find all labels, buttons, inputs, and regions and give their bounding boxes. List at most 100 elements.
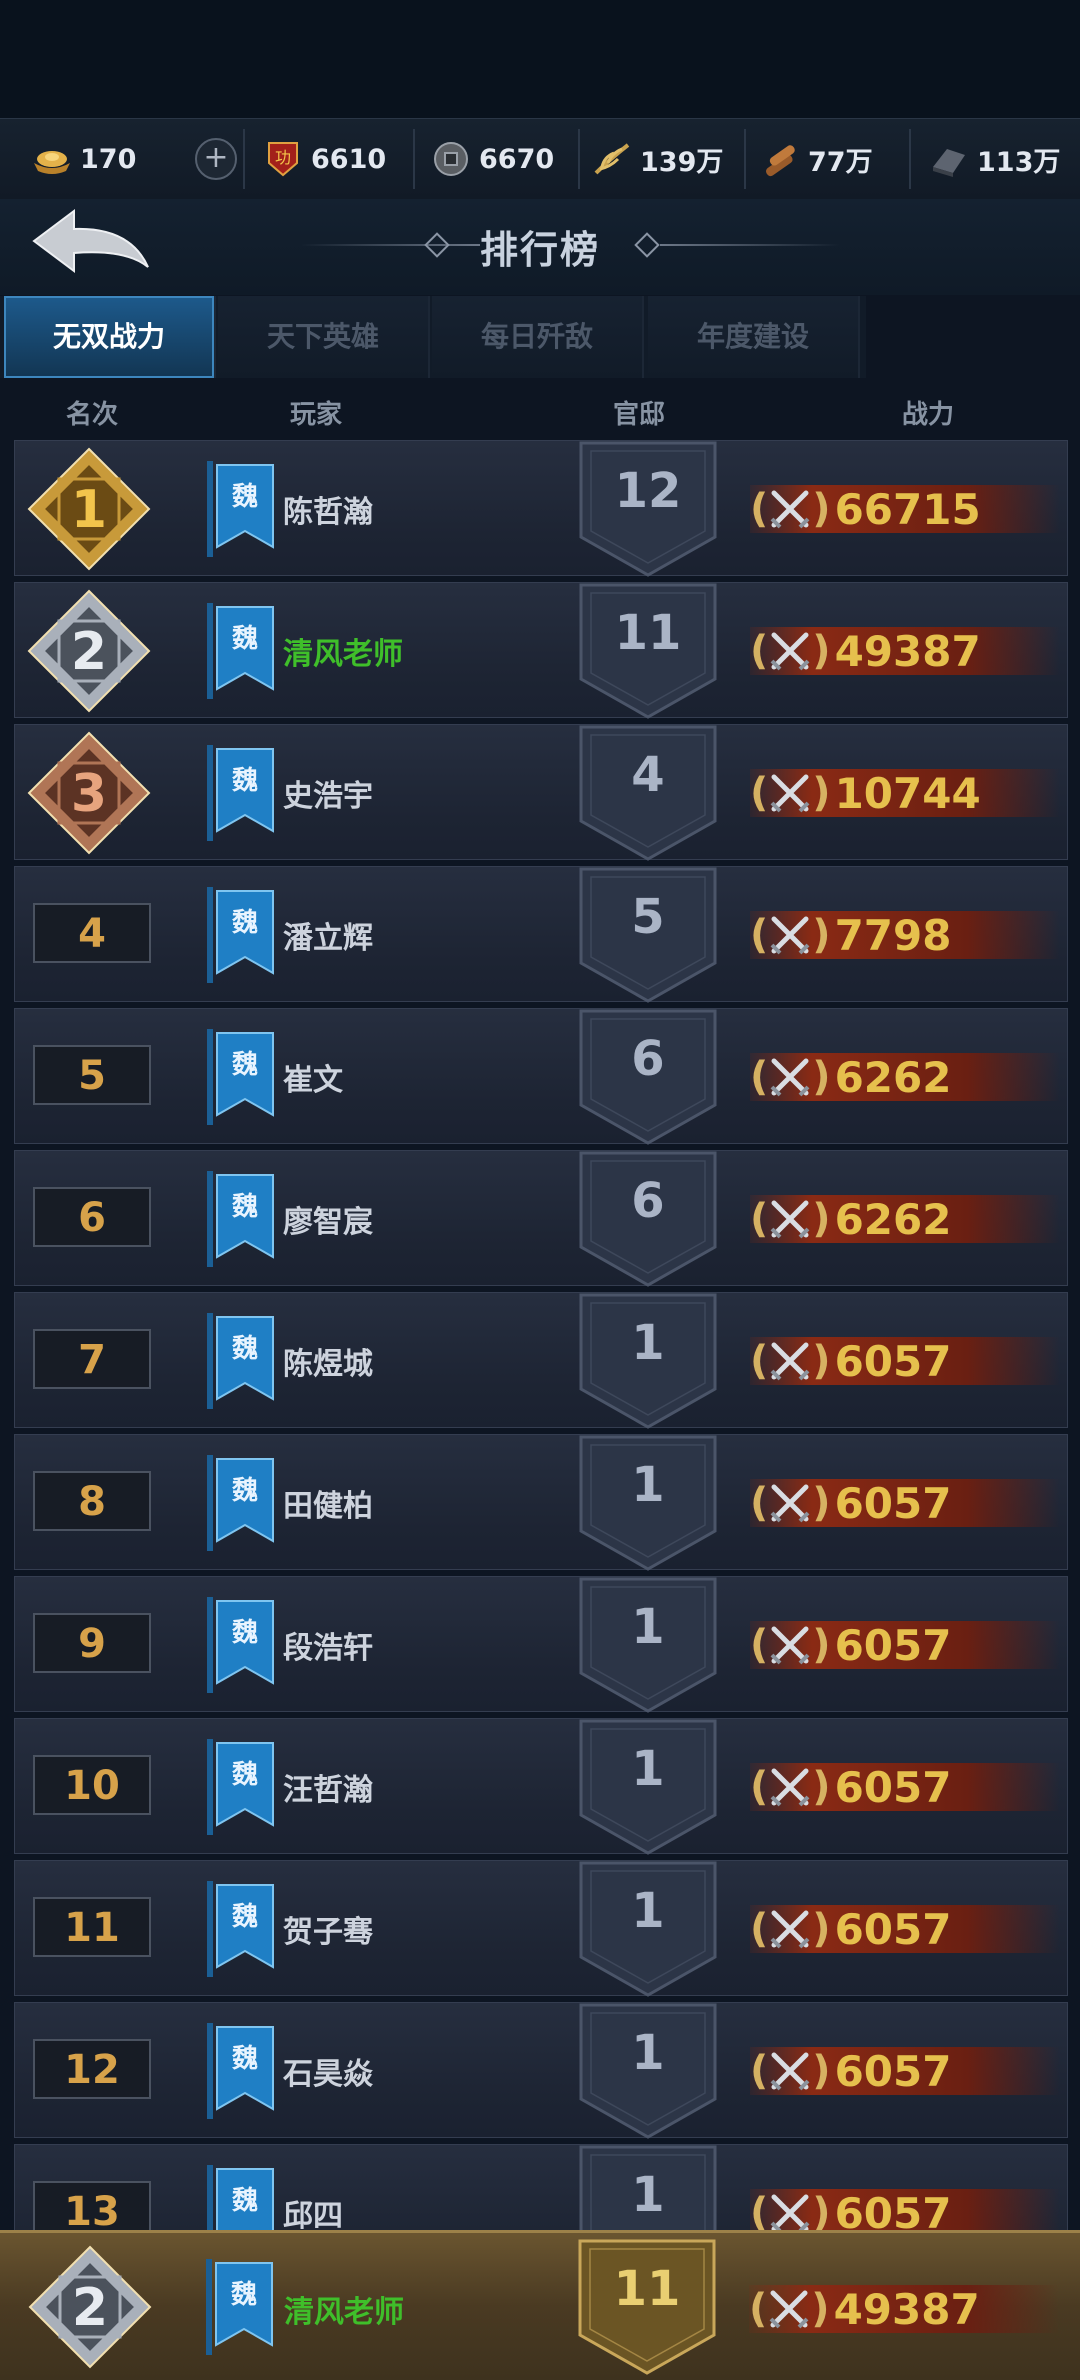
crossed-swords-icon: [770, 1768, 810, 1807]
power-value-group: ( ) 6057: [750, 2046, 952, 2096]
rank-number: 2: [71, 622, 107, 682]
page-title: 排行榜: [479, 228, 600, 272]
mansion-level: 1: [631, 1315, 665, 1371]
crossed-swords-icon: [769, 2290, 809, 2329]
ranking-row[interactable]: 5 魏 崔文 6 ( ) 6262: [14, 1008, 1068, 1145]
faction-label: 魏: [230, 2280, 257, 2310]
crossed-swords-icon: [770, 1058, 810, 1097]
player-name[interactable]: 石昊焱: [283, 2049, 373, 2093]
power-value-group: ( ) 66715: [750, 484, 981, 534]
ranking-row[interactable]: 6 魏 廖智宸 6 ( ) 6262: [14, 1150, 1068, 1287]
power-value-group: ( ) 6057: [750, 1620, 952, 1670]
copper-coin-icon: [434, 142, 468, 176]
player-name[interactable]: 汪哲瀚: [283, 1765, 373, 1809]
power-value: 6057: [834, 1904, 952, 1954]
rank-number: 8: [33, 1471, 151, 1531]
ranking-row[interactable]: 8 魏 田健柏 1 ( ) 6057: [14, 1434, 1068, 1571]
title-decoration-right: [660, 244, 840, 246]
player-name[interactable]: 崔文: [283, 1055, 343, 1099]
player-name[interactable]: 陈煜城: [283, 1339, 373, 1383]
crossed-swords-icon: [770, 1342, 810, 1381]
mansion-level: 1: [631, 1457, 665, 1513]
faction-label: 魏: [231, 1476, 258, 1506]
faction-banner-icon: 魏: [207, 1313, 274, 1409]
faction-banner-icon: 魏: [207, 1029, 274, 1125]
my-rank-bar[interactable]: 2 魏 清风老师 11 ( ) 49387: [0, 2230, 1080, 2380]
crossed-swords-icon: [770, 2052, 810, 2091]
tab-world-heroes[interactable]: 天下英雄: [218, 296, 430, 378]
mansion-level: 1: [631, 2167, 665, 2223]
faction-banner-icon: 魏: [207, 1739, 274, 1835]
faction-banner-icon: 魏: [207, 2165, 274, 2230]
power-value: 49387: [834, 626, 981, 676]
faction-label: 魏: [231, 1618, 258, 1648]
resource-wood[interactable]: 77万: [746, 119, 911, 199]
power-value: 7798: [834, 910, 952, 960]
player-name[interactable]: 段浩轩: [283, 1623, 373, 1667]
ranking-row[interactable]: 12 魏 石昊焱 1 ( ) 6057: [14, 2002, 1068, 2139]
column-player: 玩家: [290, 400, 343, 430]
mansion-level: 6: [631, 1173, 665, 1229]
ranking-row[interactable]: 3 魏 史浩宇 4 ( ) 10744: [14, 724, 1068, 861]
power-value: 6057: [834, 1336, 952, 1386]
resource-iron[interactable]: 113万: [911, 119, 1080, 199]
resource-bar: 170 功 6610 6670 139万 77万 113万: [0, 118, 1080, 200]
faction-label: 魏: [231, 624, 258, 654]
title-bar: 排行榜: [0, 199, 1080, 295]
ranking-row[interactable]: 9 魏 段浩轩 1 ( ) 6057: [14, 1576, 1068, 1713]
mansion-level: 11: [614, 605, 682, 661]
player-name[interactable]: 清风老师: [284, 2287, 404, 2331]
resource-grain[interactable]: 139万: [580, 119, 746, 199]
column-header: 名次 玩家 官邸 战力: [0, 390, 1080, 438]
player-name[interactable]: 贺子骞: [283, 1907, 373, 1951]
power-value: 6262: [834, 1052, 952, 1102]
mansion-level: 1: [631, 1599, 665, 1655]
faction-label: 魏: [231, 908, 258, 938]
ranking-row[interactable]: 11 魏 贺子骞 1 ( ) 6057: [14, 1860, 1068, 1997]
crossed-swords-icon: [770, 490, 810, 529]
faction-label: 魏: [231, 1334, 258, 1364]
merit-badge-icon: 功: [268, 142, 298, 177]
ranking-row[interactable]: 13 魏 邱四 1 ( ) 6057: [14, 2144, 1068, 2230]
rank-medal-icon: 1: [27, 447, 151, 571]
resource-copper[interactable]: 6670: [415, 119, 580, 199]
tab-daily-kills[interactable]: 每日歼敌: [432, 296, 644, 378]
faction-label: 魏: [231, 766, 258, 796]
ranking-list[interactable]: 1 魏 陈哲瀚 12 ( ) 66715 2 魏 清风老师 11 () 493…: [14, 440, 1068, 2230]
faction-banner-icon: 魏: [207, 1455, 274, 1551]
player-name[interactable]: 廖智宸: [283, 1197, 373, 1241]
player-name[interactable]: 清风老师: [283, 629, 403, 673]
player-name[interactable]: 邱四: [283, 2191, 343, 2230]
player-name[interactable]: 潘立辉: [283, 913, 373, 957]
ranking-row[interactable]: 10 魏 汪哲瀚 1 ( ) 6057: [14, 1718, 1068, 1855]
crossed-swords-icon: [770, 632, 810, 671]
power-value-group: ( ) 49387: [750, 626, 981, 676]
power-value-group: ( ) 6057: [750, 1904, 952, 1954]
faction-label: 魏: [231, 1760, 258, 1790]
power-value: 6262: [834, 1194, 952, 1244]
rank-number: 1: [71, 480, 107, 540]
resource-merit[interactable]: 功 6610: [243, 119, 415, 199]
tab-peerless-power[interactable]: 无双战力: [4, 296, 216, 378]
ranking-row[interactable]: 1 魏 陈哲瀚 12 ( ) 66715: [14, 440, 1068, 577]
faction-banner-icon: 魏: [207, 2023, 274, 2119]
power-value: 10744: [834, 768, 981, 818]
ranking-row[interactable]: 4 魏 潘立辉 5 ( ) 7798: [14, 866, 1068, 1003]
add-gold-button[interactable]: +: [195, 138, 237, 180]
power-value: 6057: [834, 2046, 952, 2096]
rank-number: 5: [33, 1045, 151, 1105]
ranking-row[interactable]: 2 魏 清风老师 11 ( ) 49387: [14, 582, 1068, 719]
tab-annual-construction[interactable]: 年度建设: [648, 296, 860, 378]
svg-text:功: 功: [275, 148, 291, 167]
faction-label: 魏: [231, 2186, 258, 2216]
crossed-swords-icon: [770, 1200, 810, 1239]
power-value: 6057: [834, 1620, 952, 1670]
player-name[interactable]: 陈哲瀚: [283, 487, 373, 531]
gold-ingot-icon: [34, 151, 70, 174]
mansion-level: 1: [631, 1883, 665, 1939]
ranking-row[interactable]: 7 魏 陈煜城 1 ( ) 6057: [14, 1292, 1068, 1429]
mansion-level: 11: [613, 2261, 681, 2317]
player-name[interactable]: 史浩宇: [283, 771, 373, 815]
power-value-group: ( ) 6057: [750, 2185, 951, 2230]
player-name[interactable]: 田健柏: [283, 1481, 373, 1525]
